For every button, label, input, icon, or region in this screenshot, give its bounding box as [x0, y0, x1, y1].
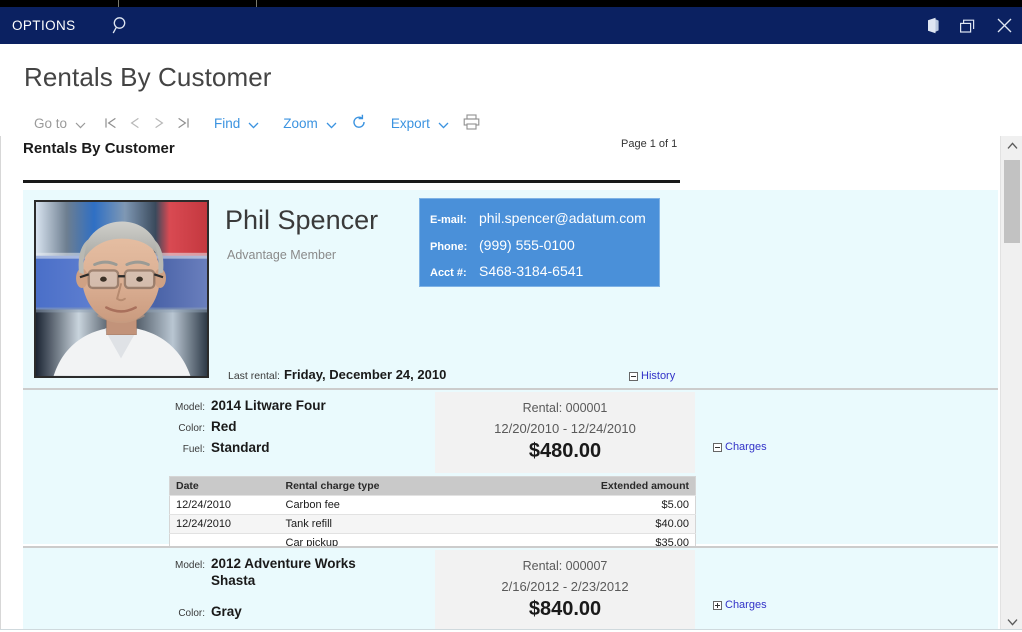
go-to-first-icon[interactable]: [104, 116, 118, 130]
charge-amount: $5.00: [566, 496, 696, 515]
refresh-icon[interactable]: [351, 114, 367, 133]
account-label: Acct #:: [430, 267, 479, 279]
chevron-down-icon: [438, 119, 449, 130]
chevron-down-icon: [326, 119, 337, 130]
options-menu-button[interactable]: OPTIONS: [12, 18, 76, 33]
model-value: 2014 Litware Four: [211, 398, 326, 415]
report-heading: Rentals By Customer: [23, 140, 175, 157]
color-value: Red: [211, 419, 237, 436]
office-icon[interactable]: [914, 7, 950, 44]
search-icon[interactable]: [110, 14, 134, 38]
rental-dates: 12/20/2010 - 12/24/2010: [435, 421, 695, 436]
charges-toggle[interactable]: Charges: [713, 599, 767, 611]
close-icon[interactable]: [986, 7, 1022, 44]
charge-amount: $40.00: [566, 515, 696, 534]
fuel-label: Fuel:: [165, 444, 205, 455]
vertical-scrollbar[interactable]: [1000, 136, 1022, 632]
go-to-previous-icon[interactable]: [128, 116, 142, 130]
charges-col-date: Date: [170, 477, 280, 496]
scroll-up-icon[interactable]: [1001, 136, 1022, 156]
charges-col-amount: Extended amount: [566, 477, 696, 496]
customer-contact-box: E-mail: phil.spencer@adatum.com Phone: (…: [419, 198, 660, 287]
charges-table: Date Rental charge type Extended amount …: [169, 476, 696, 553]
model-label: Model:: [165, 402, 205, 413]
customer-photo: [34, 200, 209, 378]
zoom-button[interactable]: Zoom: [281, 110, 337, 136]
rental-row: Model: 2014 Litware Four Color: Red Fuel…: [23, 390, 998, 544]
charges-link-label[interactable]: Charges: [725, 599, 767, 611]
avatar: [36, 202, 207, 376]
go-to-last-icon[interactable]: [176, 116, 190, 130]
charge-date: 12/24/2010: [170, 496, 280, 515]
scroll-thumb[interactable]: [1004, 160, 1020, 243]
window-title-bar: OPTIONS: [0, 7, 1022, 44]
charge-date: 12/24/2010: [170, 515, 280, 534]
rental-amount-box: Rental: 000001 12/20/2010 - 12/24/2010 $…: [435, 392, 695, 473]
fuel-value: Standard: [211, 440, 270, 457]
charge-type: Tank refill: [280, 515, 566, 534]
phone-value: (999) 555-0100: [479, 237, 575, 253]
table-row: 12/24/2010 Tank refill $40.00: [170, 515, 696, 534]
go-to-button[interactable]: Go to: [32, 110, 86, 136]
record-navigation: [104, 116, 190, 130]
rental-total: $840.00: [435, 598, 695, 621]
go-to-next-icon[interactable]: [152, 116, 166, 130]
customer-name: Phil Spencer: [225, 205, 378, 236]
restore-window-icon[interactable]: [950, 7, 986, 44]
phone-label: Phone:: [430, 241, 479, 253]
customer-panel: Phil Spencer Advantage Member E-mail: ph…: [23, 190, 998, 388]
collapse-minus-icon[interactable]: [629, 372, 638, 381]
page-indicator: Page 1 of 1: [621, 138, 677, 150]
chevron-down-icon: [248, 119, 259, 130]
last-rental: Last rental: Friday, December 24, 2010: [228, 367, 446, 382]
model-label: Model:: [165, 560, 205, 571]
ribbon-tick: [256, 0, 257, 7]
history-toggle[interactable]: History: [629, 370, 675, 382]
chevron-down-icon: [75, 119, 86, 130]
rental-dates: 2/16/2012 - 2/23/2012: [435, 579, 695, 594]
rental-total: $480.00: [435, 440, 695, 463]
report-toolbar: Go to Find Zoom: [32, 110, 480, 136]
last-rental-value: Friday, December 24, 2010: [284, 367, 446, 382]
page-title: Rentals By Customer: [24, 62, 272, 93]
charges-toggle[interactable]: Charges: [713, 441, 767, 453]
find-button[interactable]: Find: [212, 110, 259, 136]
collapse-minus-icon[interactable]: [713, 443, 722, 452]
charges-link-label[interactable]: Charges: [725, 441, 767, 453]
report-viewer: Rentals By Customer Page 1 of 1: [0, 136, 1000, 632]
rental-details: Model: 2014 Litware Four Color: Red Fuel…: [165, 398, 326, 461]
email-label: E-mail:: [430, 214, 479, 226]
rental-details: Model: 2012 Adventure Works Shasta Color…: [165, 556, 361, 625]
report-header-rule: [23, 180, 680, 183]
print-icon[interactable]: [463, 114, 480, 133]
export-button[interactable]: Export: [389, 110, 449, 136]
email-value: phil.spencer@adatum.com: [479, 210, 646, 226]
expand-plus-icon[interactable]: [713, 601, 722, 610]
charges-col-type: Rental charge type: [280, 477, 566, 496]
ribbon-tab-strip: [0, 0, 1022, 7]
color-value: Gray: [211, 604, 242, 621]
rental-row: Model: 2012 Adventure Works Shasta Color…: [23, 548, 998, 632]
last-rental-label: Last rental:: [228, 370, 280, 382]
rental-id: Rental: 000007: [435, 559, 695, 573]
rental-id: Rental: 000001: [435, 401, 695, 415]
color-label: Color:: [165, 608, 205, 619]
customer-membership: Advantage Member: [227, 248, 336, 262]
account-value: S468-3184-6541: [479, 263, 583, 279]
model-value: 2012 Adventure Works Shasta: [211, 556, 361, 590]
charges-header-row: Date Rental charge type Extended amount: [170, 477, 696, 496]
ribbon-tick: [118, 0, 119, 7]
color-label: Color:: [165, 423, 205, 434]
rental-amount-box: Rental: 000007 2/16/2012 - 2/23/2012 $84…: [435, 550, 695, 631]
history-link-label[interactable]: History: [641, 370, 675, 382]
table-row: 12/24/2010 Carbon fee $5.00: [170, 496, 696, 515]
charge-type: Carbon fee: [280, 496, 566, 515]
